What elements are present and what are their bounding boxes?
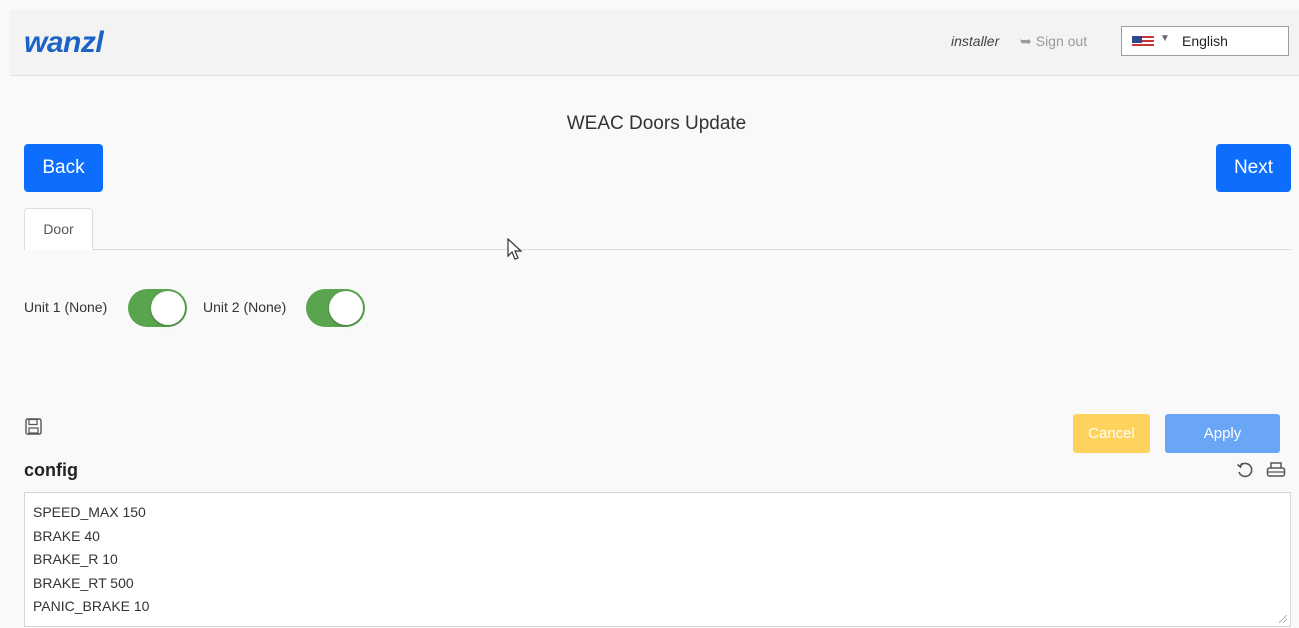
tab-door[interactable]: Door <box>24 208 93 250</box>
mouse-cursor-icon <box>507 238 523 260</box>
sign-out-link[interactable]: ➥ Sign out <box>1020 33 1087 50</box>
username: installer <box>951 33 1000 49</box>
config-line: BRAKE_RT 500 <box>33 574 134 591</box>
resize-handle[interactable] <box>1279 615 1287 623</box>
back-button[interactable]: Back <box>24 144 103 192</box>
caret-down-icon: ▼ <box>1160 33 1170 44</box>
page-title: WEAC Doors Update <box>566 113 747 134</box>
us-flag-icon <box>1132 36 1154 48</box>
tab-divider <box>92 249 1291 250</box>
cancel-button[interactable]: Cancel <box>1073 414 1150 453</box>
sign-out-label: Sign out <box>1035 33 1088 49</box>
config-line: BRAKE_R 10 <box>33 551 118 567</box>
top-bar: wanzl installer ➥ Sign out ▼ English <box>10 10 1299 76</box>
config-line: BRAKE 40 <box>33 527 100 544</box>
unit-1-toggle[interactable] <box>128 289 187 327</box>
sign-out-icon: ➥ <box>1020 33 1032 49</box>
config-line: SPEED_MAX 150 <box>33 504 146 520</box>
language-label: English <box>1182 33 1228 49</box>
config-line: PANIC_BRAKE 10 <box>33 598 150 614</box>
config-textarea[interactable]: SPEED_MAX 150 BRAKE 40 BRAKE_R 10 BRAKE_… <box>24 492 1291 627</box>
language-select[interactable]: ▼ English <box>1121 26 1289 56</box>
unit-2-label: Unit 2 (None) <box>203 299 287 315</box>
next-button[interactable]: Next <box>1216 144 1291 192</box>
undo-icon[interactable] <box>1236 461 1254 479</box>
config-label: config <box>24 460 78 480</box>
save-icon[interactable] <box>25 418 42 435</box>
unit-2-toggle[interactable] <box>306 289 365 327</box>
print-icon[interactable] <box>1266 461 1286 479</box>
apply-button[interactable]: Apply <box>1165 414 1280 453</box>
wanzl-logo: wanzl <box>24 26 104 59</box>
unit-1-label: Unit 1 (None) <box>24 299 108 315</box>
